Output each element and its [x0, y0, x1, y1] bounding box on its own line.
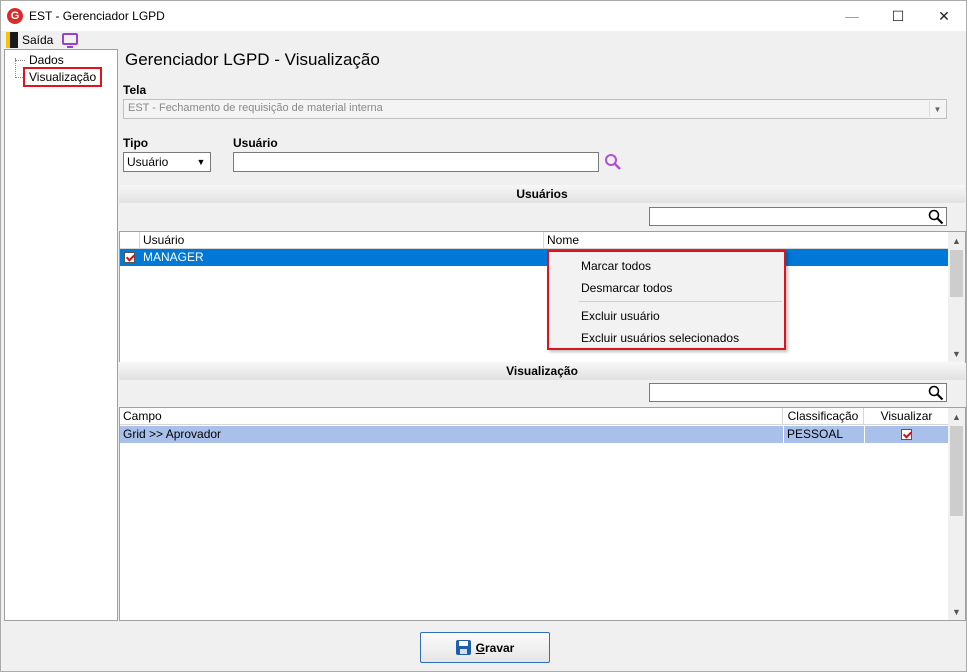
- menu-item-desmarcar-todos[interactable]: Desmarcar todos: [581, 281, 672, 295]
- close-button[interactable]: ✕: [921, 1, 967, 31]
- scroll-up-icon[interactable]: ▲: [948, 232, 965, 249]
- visualizacao-grid-scrollbar[interactable]: ▲ ▼: [948, 408, 965, 620]
- window-title: EST - Gerenciador LGPD: [29, 9, 165, 23]
- users-filter-input[interactable]: [649, 207, 947, 226]
- users-grid-scrollbar[interactable]: ▲ ▼: [948, 232, 965, 362]
- scroll-thumb[interactable]: [950, 250, 963, 297]
- navigation-tree: Dados Visualização: [4, 49, 118, 621]
- users-grid: Usuário Nome MANAGER ▲ ▼: [119, 231, 966, 363]
- row-classificacao: PESSOAL: [783, 426, 864, 443]
- row-checkbox[interactable]: [122, 249, 140, 266]
- column-header-classificacao[interactable]: Classificação: [783, 408, 864, 425]
- exit-door-icon[interactable]: [6, 32, 18, 48]
- search-icon[interactable]: [928, 209, 944, 225]
- row-campo: Grid >> Aprovador: [123, 427, 222, 441]
- visualizacao-filter-input[interactable]: [649, 383, 947, 402]
- usuario-input[interactable]: [233, 152, 599, 172]
- row-visualizar-checkbox[interactable]: [864, 426, 948, 443]
- title-bar: G EST - Gerenciador LGPD — ☐ ✕: [1, 1, 966, 31]
- monitor-icon[interactable]: [62, 33, 78, 48]
- tree-item-dados[interactable]: Dados: [27, 53, 66, 67]
- tipo-label: Tipo: [123, 136, 149, 150]
- visualizacao-grid: Campo Classificação Visualizar Grid >> A…: [119, 407, 966, 621]
- column-header-nome[interactable]: Nome: [544, 232, 949, 249]
- tela-label: Tela: [123, 83, 147, 97]
- column-header-campo[interactable]: Campo: [120, 408, 783, 425]
- tipo-select-value: Usuário: [127, 155, 169, 169]
- save-button-label: ravar: [484, 640, 515, 655]
- tela-select-value: EST - Fechamento de requisição de materi…: [128, 102, 383, 114]
- scroll-up-icon[interactable]: ▲: [948, 408, 965, 425]
- save-button[interactable]: Gravar: [420, 632, 550, 663]
- chevron-down-icon[interactable]: ▼: [193, 154, 209, 170]
- search-user-icon[interactable]: [604, 153, 622, 171]
- usuario-label: Usuário: [233, 136, 278, 150]
- scroll-thumb[interactable]: [950, 426, 963, 516]
- menu-item-marcar-todos[interactable]: Marcar todos: [581, 259, 651, 273]
- table-row[interactable]: MANAGER: [120, 249, 948, 266]
- menu-item-excluir-selecionados[interactable]: Excluir usuários selecionados: [581, 331, 739, 345]
- app-window: G EST - Gerenciador LGPD — ☐ ✕ Saída Dad…: [0, 0, 967, 672]
- chevron-down-icon[interactable]: ▼: [929, 101, 945, 117]
- maximize-button[interactable]: ☐: [875, 1, 921, 31]
- tipo-select[interactable]: Usuário ▼: [123, 152, 211, 172]
- scroll-down-icon[interactable]: ▼: [948, 603, 965, 620]
- search-icon[interactable]: [928, 385, 944, 401]
- tree-connector: [15, 60, 25, 61]
- column-header-check: [120, 232, 140, 249]
- row-usuario: MANAGER: [143, 250, 204, 264]
- tree-item-visualizacao[interactable]: Visualização: [23, 67, 103, 87]
- scroll-down-icon[interactable]: ▼: [948, 345, 965, 362]
- page-title: Gerenciador LGPD - Visualização: [125, 50, 380, 69]
- floppy-disk-icon: [455, 640, 471, 655]
- tree-connector: [15, 58, 16, 78]
- table-row[interactable]: Grid >> Aprovador PESSOAL: [120, 426, 948, 443]
- menu-separator: [579, 301, 782, 302]
- app-logo-icon: G: [7, 8, 23, 24]
- context-menu: Marcar todos Desmarcar todos Excluir usu…: [547, 250, 786, 350]
- column-header-visualizar[interactable]: Visualizar: [864, 408, 949, 425]
- column-header-usuario[interactable]: Usuário: [140, 232, 544, 249]
- menu-item-excluir-usuario[interactable]: Excluir usuário: [581, 309, 660, 323]
- users-section-header: Usuários: [119, 185, 965, 203]
- tela-select[interactable]: EST - Fechamento de requisição de materi…: [123, 99, 947, 119]
- toolbar: Saída: [1, 31, 966, 49]
- save-button-accel: G: [475, 640, 485, 655]
- visualizacao-section-header: Visualização: [119, 362, 965, 380]
- minimize-button[interactable]: —: [829, 1, 875, 31]
- exit-button[interactable]: Saída: [22, 33, 53, 47]
- visualizacao-grid-header: Campo Classificação Visualizar: [120, 408, 949, 425]
- users-grid-header: Usuário Nome: [120, 232, 949, 249]
